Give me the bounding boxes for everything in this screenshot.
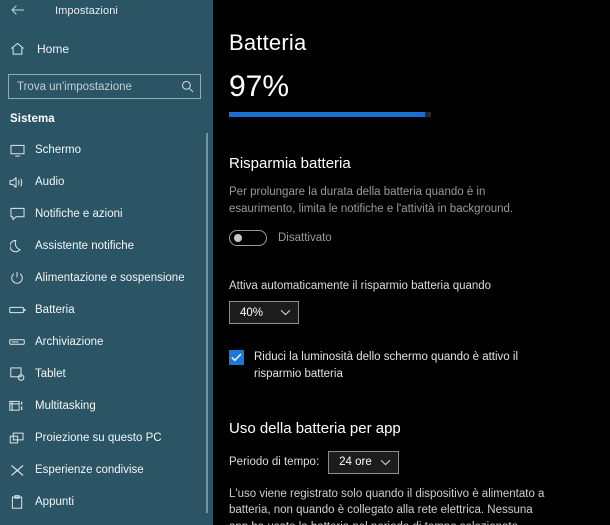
monitor-icon bbox=[7, 142, 27, 158]
app-usage-note: L'uso viene registrato solo quando il di… bbox=[229, 487, 545, 525]
projection-icon bbox=[7, 430, 27, 446]
speaker-icon bbox=[7, 174, 27, 190]
window-title: Impostazioni bbox=[55, 5, 118, 17]
sidebar-item-label: Assistente notifiche bbox=[35, 240, 135, 252]
sidebar-item-label: Schermo bbox=[35, 144, 82, 156]
chevron-down-icon bbox=[380, 459, 391, 466]
title-bar: Impostazioni bbox=[0, 0, 213, 22]
battery-saver-toggle-row: Disattivato bbox=[229, 230, 610, 247]
search-input[interactable] bbox=[17, 75, 180, 98]
multitasking-icon bbox=[7, 398, 27, 414]
sidebar: Impostazioni Home Sistema bbox=[0, 0, 213, 525]
sidebar-item-assistente-notifiche[interactable]: Assistente notifiche bbox=[0, 230, 213, 262]
sidebar-item-multitasking[interactable]: Multitasking bbox=[0, 390, 213, 422]
sidebar-item-label: Notifiche e azioni bbox=[35, 208, 123, 220]
sidebar-item-label: Multitasking bbox=[35, 400, 96, 412]
reduce-brightness-checkbox[interactable] bbox=[229, 350, 244, 366]
period-dropdown[interactable]: 24 ore bbox=[328, 450, 399, 474]
sidebar-item-label: Proiezione su questo PC bbox=[35, 432, 162, 444]
sidebar-item-schermo[interactable]: Schermo bbox=[0, 134, 213, 166]
chat-bubble-icon bbox=[7, 206, 27, 222]
sidebar-item-tablet[interactable]: Tablet bbox=[0, 358, 213, 390]
sidebar-item-home-label: Home bbox=[37, 42, 70, 56]
home-icon bbox=[10, 42, 28, 56]
sidebar-item-label: Batteria bbox=[35, 304, 75, 316]
back-arrow-icon[interactable] bbox=[10, 4, 26, 18]
sidebar-item-esperienze-condivise[interactable]: Esperienze condivise bbox=[0, 454, 213, 486]
sidebar-item-label: Esperienze condivise bbox=[35, 464, 144, 476]
storage-icon bbox=[7, 334, 27, 350]
sidebar-item-proiezione-su-questo-pc[interactable]: Proiezione su questo PC bbox=[0, 422, 213, 454]
battery-saver-toggle-label: Disattivato bbox=[278, 232, 332, 245]
battery-progress-fill bbox=[229, 112, 425, 117]
battery-progress-bar bbox=[229, 112, 431, 117]
battery-icon bbox=[7, 302, 27, 318]
reduce-brightness-label: Riduci la luminosità dello schermo quand… bbox=[254, 351, 519, 381]
sidebar-section-heading: Sistema bbox=[10, 113, 55, 125]
sidebar-item-alimentazione-e-sospensione[interactable]: Alimentazione e sospensione bbox=[0, 262, 213, 294]
sidebar-nav-list: Schermo Audio Notifiche e azioni Assiste… bbox=[0, 134, 213, 518]
settings-window: Impostazioni Home Sistema bbox=[0, 0, 610, 525]
moon-icon bbox=[7, 238, 27, 254]
sidebar-item-batteria[interactable]: Batteria bbox=[0, 294, 213, 326]
sidebar-item-home[interactable]: Home bbox=[0, 34, 213, 64]
sidebar-item-label: Appunti bbox=[35, 496, 75, 508]
main-content: Batteria 97% Risparmia batteria Per prol… bbox=[213, 0, 610, 525]
sidebar-item-appunti[interactable]: Appunti bbox=[0, 486, 213, 518]
power-icon bbox=[7, 270, 27, 286]
auto-threshold-dropdown[interactable]: 40% bbox=[229, 301, 299, 325]
period-label: Periodo di tempo: bbox=[229, 456, 320, 469]
app-usage-heading: Uso della batteria per app bbox=[229, 419, 401, 437]
sidebar-scrollbar[interactable] bbox=[206, 133, 208, 513]
sidebar-item-label: Archiviazione bbox=[35, 336, 104, 348]
battery-saver-heading: Risparmia batteria bbox=[229, 155, 351, 172]
sidebar-item-label: Alimentazione e sospensione bbox=[35, 272, 185, 284]
period-value: 24 ore bbox=[339, 456, 372, 469]
auto-threshold-value: 40% bbox=[240, 306, 264, 319]
battery-percent: 97% bbox=[229, 70, 290, 103]
search-icon[interactable] bbox=[180, 80, 194, 94]
sidebar-item-label: Tablet bbox=[35, 368, 66, 380]
clipboard-icon bbox=[7, 494, 27, 510]
tablet-icon bbox=[7, 366, 27, 382]
sidebar-item-archiviazione[interactable]: Archiviazione bbox=[0, 326, 213, 358]
period-row: Periodo di tempo: 24 ore bbox=[229, 450, 610, 474]
sidebar-item-label: Audio bbox=[35, 176, 65, 188]
search-box[interactable] bbox=[8, 74, 201, 99]
toggle-knob bbox=[234, 234, 242, 243]
reduce-brightness-row: Riduci la luminosità dello schermo quand… bbox=[229, 349, 610, 382]
battery-saver-toggle[interactable] bbox=[229, 230, 267, 247]
sidebar-item-notifiche-e-azioni[interactable]: Notifiche e azioni bbox=[0, 198, 213, 230]
shared-experiences-icon bbox=[7, 462, 27, 478]
battery-saver-description: Per prolungare la durata della batteria … bbox=[229, 186, 514, 215]
chevron-down-icon bbox=[280, 309, 291, 316]
page-title: Batteria bbox=[229, 30, 307, 55]
auto-threshold-label: Attiva automaticamente il risparmio batt… bbox=[229, 280, 492, 293]
sidebar-item-audio[interactable]: Audio bbox=[0, 166, 213, 198]
